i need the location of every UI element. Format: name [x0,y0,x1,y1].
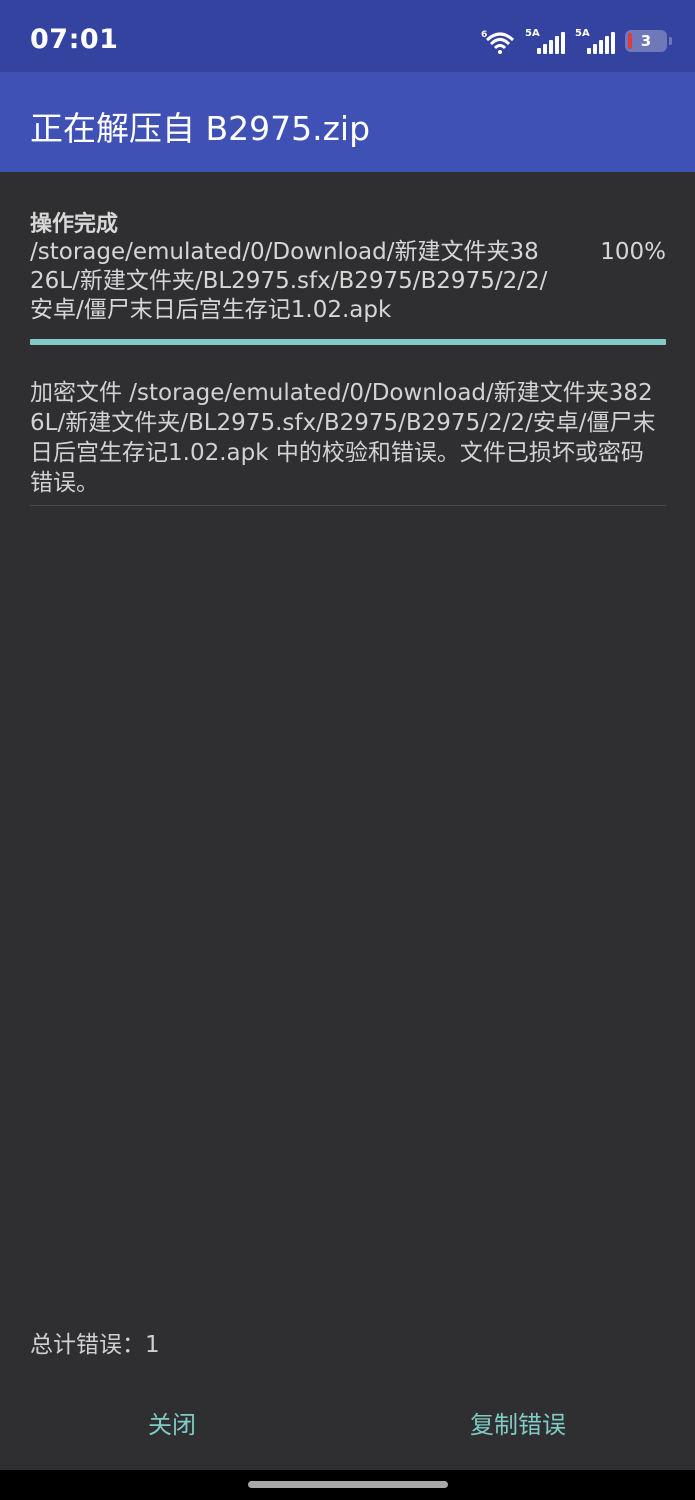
signal-icon: 5A [575,28,615,54]
battery-level: 3 [640,32,652,50]
page-title: 正在解压自 B2975.zip [30,109,371,148]
total-errors: 总计错误：1 [30,1332,160,1358]
operation-status: 操作完成 [30,212,119,237]
progress-bar-fill [30,339,666,345]
status-icons: 6 5A 5A 3 [481,26,672,54]
app-bar: 正在解压自 B2975.zip [0,72,695,172]
home-gesture-handle[interactable] [248,1481,448,1488]
progress-percent: 100% [600,239,666,265]
error-message: 加密文件 /storage/emulated/0/Download/新建文件夹3… [30,380,656,496]
copy-errors-button[interactable]: 复制错误 [470,1405,566,1440]
battery-icon: 3 [625,30,672,52]
svg-text:6: 6 [481,30,487,40]
wifi-6-icon: 6 [481,30,515,54]
status-time: 07:01 [30,24,119,55]
navigation-bar [0,1470,695,1500]
close-button[interactable]: 关闭 [148,1405,196,1440]
status-bar: 07:01 6 5A 5A 3 [0,0,695,72]
current-file-path: /storage/emulated/0/Download/新建文件夹3826L/… [30,239,548,323]
progress-bar [30,339,666,345]
divider [30,505,666,506]
signal-icon: 5A [525,28,565,54]
